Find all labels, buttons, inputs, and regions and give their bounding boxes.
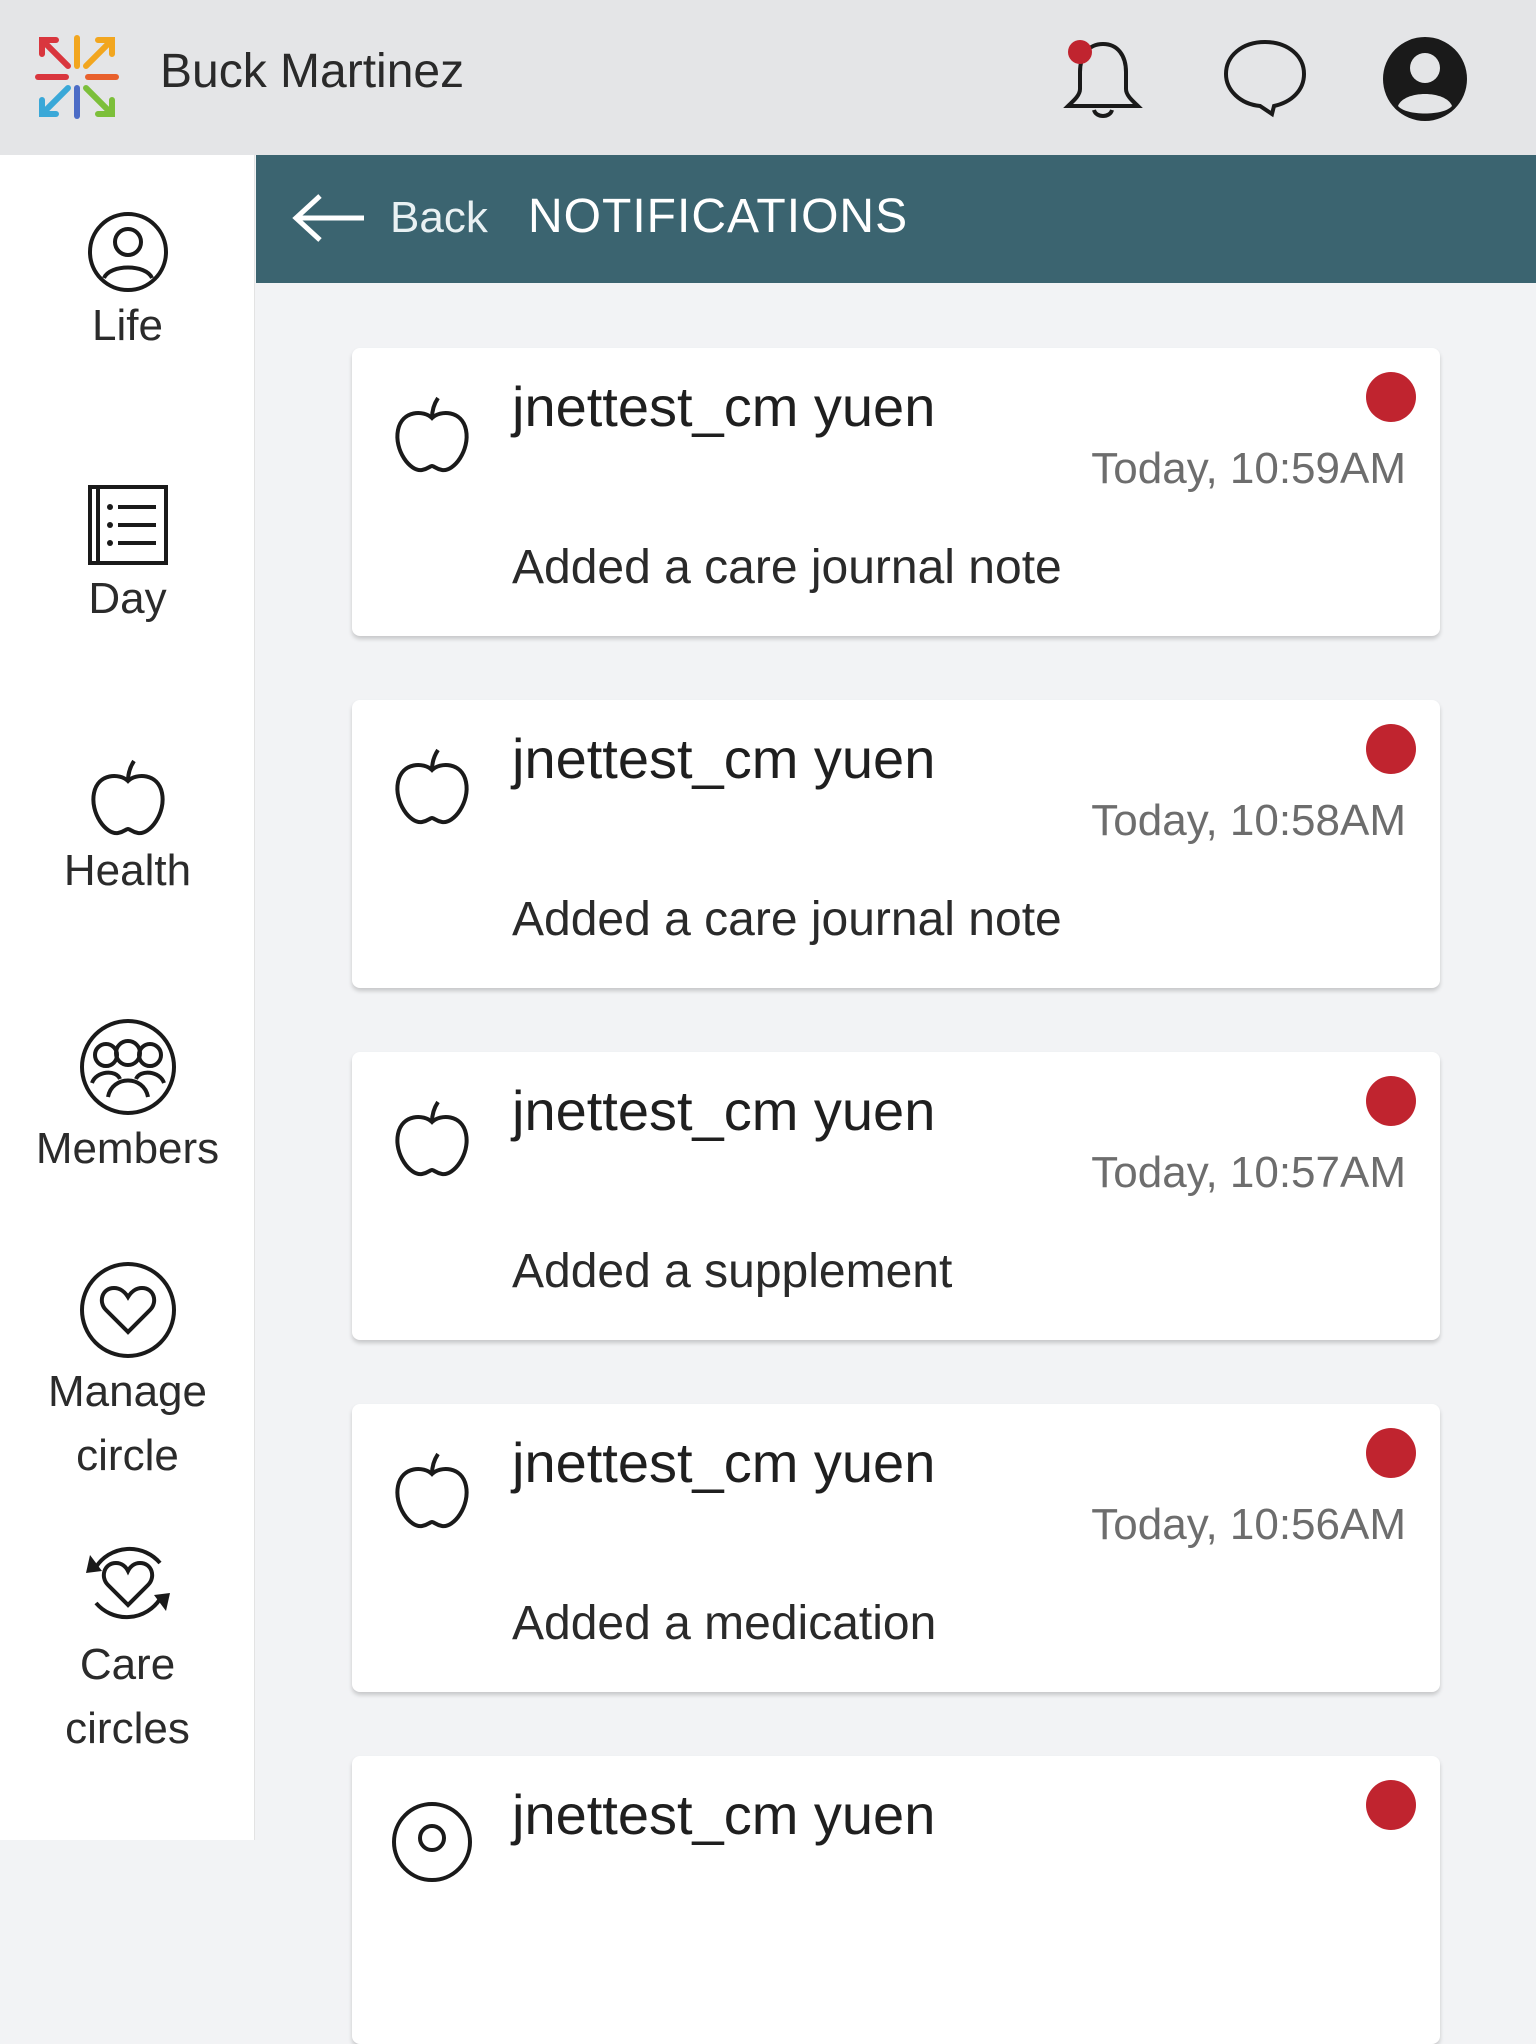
journal-list-icon xyxy=(87,485,168,565)
notification-text: Added a care journal note xyxy=(512,541,1062,594)
unread-indicator xyxy=(1366,1076,1416,1126)
notification-card[interactable]: jnettest_cm yuen Today, 10:58AM Added a … xyxy=(352,700,1440,988)
back-button[interactable]: Back xyxy=(292,183,488,253)
notification-time: Today, 10:59AM xyxy=(1091,444,1406,493)
unread-indicator xyxy=(1366,1428,1416,1478)
heart-circle-icon xyxy=(79,1262,176,1358)
sidebar-item-label: Manage circle xyxy=(47,1367,207,1480)
sidebar-item-care-circles[interactable]: Care circles xyxy=(0,1533,255,1761)
sidebar-item-label: Members xyxy=(35,1124,220,1173)
notification-sender: jnettest_cm yuen xyxy=(512,1079,936,1142)
person-circle-icon xyxy=(392,1802,472,1882)
unread-indicator xyxy=(1366,372,1416,422)
top-bar: Buck Martinez xyxy=(0,0,1536,155)
apple-icon xyxy=(395,1452,469,1529)
apple-icon xyxy=(90,759,165,836)
sidebar-item-label: Life xyxy=(92,301,163,350)
notification-card[interactable]: jnettest_cm yuen xyxy=(352,1756,1440,2044)
messages-button[interactable] xyxy=(1220,34,1310,124)
apple-icon xyxy=(395,396,469,473)
back-label: Back xyxy=(390,193,488,242)
page-title: NOTIFICATIONS xyxy=(528,190,909,243)
unread-indicator xyxy=(1366,1780,1416,1830)
notification-sender: jnettest_cm yuen xyxy=(512,1431,936,1494)
user-name: Buck Martinez xyxy=(160,45,465,98)
notifications-header: Back NOTIFICATIONS xyxy=(256,155,1536,283)
notification-text: Added a care journal note xyxy=(512,893,1062,946)
sidebar-item-life[interactable]: Life xyxy=(0,210,255,358)
sidebar-item-label: Health xyxy=(63,846,192,895)
sidebar-item-label: Care circles xyxy=(65,1640,190,1753)
bell-icon xyxy=(1063,40,1143,118)
heart-cycle-icon xyxy=(85,1546,170,1620)
notification-card[interactable]: jnettest_cm yuen Today, 10:56AM Added a … xyxy=(352,1404,1440,1692)
notification-time: Today, 10:56AM xyxy=(1091,1500,1406,1549)
notifications-bell-button[interactable] xyxy=(1058,34,1148,124)
profile-icon xyxy=(1383,37,1467,121)
notification-time: Today, 10:58AM xyxy=(1091,796,1406,845)
unread-indicator xyxy=(1366,724,1416,774)
notification-sender: jnettest_cm yuen xyxy=(512,1783,936,1846)
notification-card[interactable]: jnettest_cm yuen Today, 10:57AM Added a … xyxy=(352,1052,1440,1340)
sidebar-item-day[interactable]: Day xyxy=(0,483,255,631)
apple-icon xyxy=(395,1100,469,1177)
sidebar-item-health[interactable]: Health xyxy=(0,755,255,903)
arrow-left-icon xyxy=(292,194,364,242)
sidebar-item-manage-circle[interactable]: Manage circle xyxy=(0,1260,255,1488)
notification-text: Added a medication xyxy=(512,1597,937,1650)
sidebar-item-members[interactable]: Members xyxy=(0,1017,255,1181)
members-group-icon xyxy=(79,1019,176,1115)
sidebar: Life Day Health Members Manage circle Ca… xyxy=(0,155,255,1840)
profile-button[interactable] xyxy=(1380,34,1470,124)
person-circle-icon xyxy=(87,212,168,292)
notification-sender: jnettest_cm yuen xyxy=(512,375,936,438)
notification-sender: jnettest_cm yuen xyxy=(512,727,936,790)
notification-text: Added a supplement xyxy=(512,1245,953,1298)
notification-card[interactable]: jnettest_cm yuen Today, 10:59AM Added a … xyxy=(352,348,1440,636)
sidebar-item-label: Day xyxy=(88,574,167,623)
chat-bubble-icon xyxy=(1223,39,1307,118)
notification-time: Today, 10:57AM xyxy=(1091,1148,1406,1197)
app-logo-icon[interactable] xyxy=(34,34,120,120)
apple-icon xyxy=(395,748,469,825)
